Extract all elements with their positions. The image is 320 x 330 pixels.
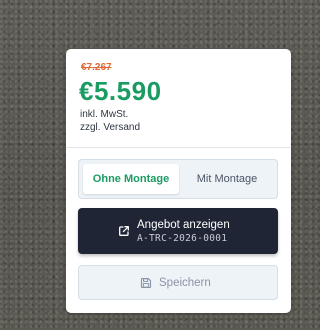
shipping-note: zzgl. Versand [80, 122, 141, 133]
mounting-toggle: Ohne Montage Mit Montage [78, 159, 278, 199]
price-card: €7.267 €5.590 inkl. MwSt. zzgl. Versand … [66, 49, 291, 313]
show-offer-label: Angebot anzeigen [137, 219, 230, 231]
divider [66, 147, 291, 148]
current-price: €5.590 [79, 76, 162, 106]
save-label: Speichern [159, 277, 211, 289]
tax-note: inkl. MwSt. [80, 109, 129, 120]
external-link-icon [119, 226, 129, 236]
show-offer-button[interactable]: Angebot anzeigen A-TRC-2026-0001 [78, 208, 278, 254]
save-button[interactable]: Speichern [78, 265, 278, 300]
toggle-option-mit-montage[interactable]: Mit Montage [181, 164, 273, 194]
old-price: €7.267 [81, 62, 112, 73]
toggle-option-ohne-montage[interactable]: Ohne Montage [83, 164, 179, 194]
save-icon [140, 277, 152, 289]
price-section: €7.267 €5.590 inkl. MwSt. zzgl. Versand [66, 49, 291, 147]
offer-reference: A-TRC-2026-0001 [137, 233, 228, 244]
